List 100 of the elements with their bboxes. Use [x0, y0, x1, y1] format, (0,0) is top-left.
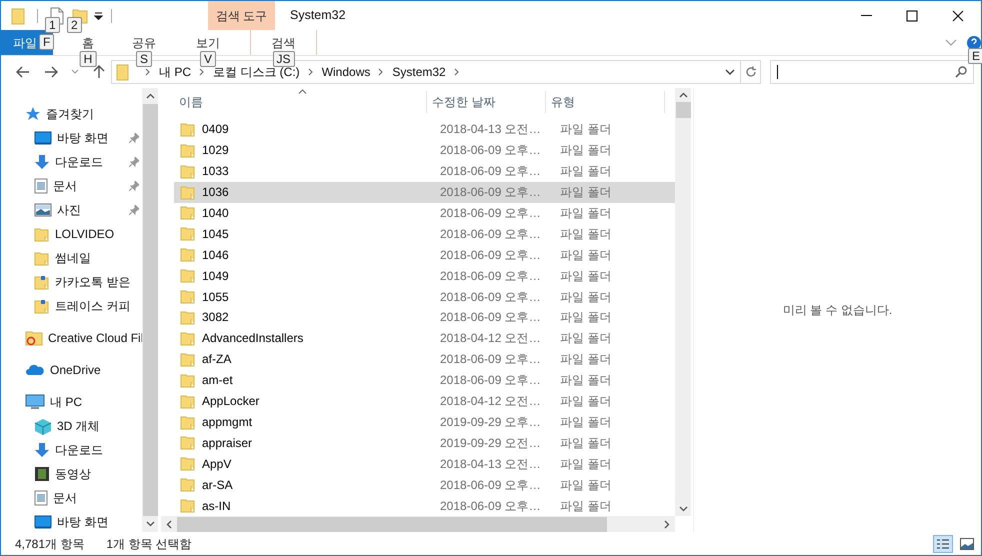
folder-icon [11, 6, 25, 24]
nav-item[interactable]: 다운로드 [1, 150, 142, 174]
type-cell-text: 파일 폴더 [559, 330, 612, 348]
file-row[interactable]: AppLocker 2018-04-12 오전… 파일 폴더 [174, 390, 675, 412]
file-row[interactable]: AdvancedInstallers 2018-04-12 오전… 파일 폴더 [174, 328, 675, 349]
date-cell-text: 2018-06-09 오후… [439, 288, 542, 306]
breadcrumb[interactable]: System32 [392, 63, 446, 81]
star-icon [25, 106, 41, 122]
file-name: AppLocker [202, 393, 260, 410]
item-count: 4,781개 항목 [15, 536, 84, 552]
file-row[interactable]: 1049 2018-06-09 오후… 파일 폴더 [174, 265, 675, 286]
column-header[interactable]: 이름 [174, 90, 427, 113]
file-row[interactable]: as-IN 2018-06-09 오후… 파일 폴더 [174, 495, 675, 516]
scrollbar-thumb[interactable] [676, 102, 690, 118]
scrollbar-thumb[interactable] [177, 516, 607, 532]
nav-item[interactable]: 사진 [1, 198, 142, 222]
date-cell-text: 2019-09-29 오전… [439, 434, 542, 452]
column-header[interactable]: 유형 [546, 90, 666, 113]
nav-item[interactable]: 문서 [1, 486, 142, 510]
nav-item[interactable]: 즐겨찾기 [1, 102, 142, 126]
date-cell-text: 2018-06-09 오후… [439, 246, 542, 264]
type-cell-text: 파일 폴더 [559, 226, 612, 243]
date-cell-text: 2018-06-09 오후… [439, 309, 542, 326]
monitor-icon [34, 515, 52, 529]
dropdown-icon[interactable] [94, 12, 103, 20]
file-name: AdvancedInstallers [202, 330, 304, 348]
file-row[interactable]: AppV 2018-04-13 오전… 파일 폴더 [174, 453, 675, 474]
keytip: E [968, 48, 982, 64]
document-icon [34, 178, 48, 194]
nav-item[interactable]: 문서 [1, 174, 142, 198]
folder-icon [180, 414, 196, 430]
file-row[interactable]: 1029 2018-06-09 오후… 파일 폴더 [174, 140, 675, 161]
details-view-button[interactable] [933, 534, 953, 552]
file-name: af-ZA [202, 351, 232, 368]
file-row[interactable]: 1036 2018-06-09 오후… 파일 폴더 [174, 182, 675, 202]
file-name: 1036 [202, 184, 229, 202]
breadcrumb[interactable]: 내 PC [159, 63, 192, 81]
date-cell-text: 2018-04-12 오전… [439, 393, 542, 410]
folder-icon [34, 226, 50, 242]
keytip: F [39, 34, 54, 50]
file-row[interactable]: appmgmt 2019-09-29 오후… 파일 폴더 [174, 412, 675, 432]
scrollbar[interactable] [161, 516, 675, 532]
type-cell-text: 파일 폴더 [559, 268, 612, 285]
folder-icon [180, 498, 196, 514]
selection-count: 1개 항목 선택함 [106, 536, 192, 552]
keytip: JS [272, 51, 294, 67]
type-cell-text: 파일 폴더 [559, 246, 612, 264]
date-cell-text: 2018-06-09 오후… [439, 372, 542, 390]
file-row[interactable]: appraiser 2019-09-29 오전… 파일 폴더 [174, 432, 675, 454]
keytip: H [80, 51, 96, 67]
nav-item[interactable]: 바탕 화면 [1, 510, 142, 532]
file-row[interactable]: 0409 2018-04-13 오전… 파일 폴더 [174, 118, 675, 140]
file-row[interactable]: 1040 2018-06-09 오후… 파일 폴더 [174, 202, 675, 224]
file-row[interactable]: af-ZA 2018-06-09 오후… 파일 폴더 [174, 348, 675, 370]
file-row[interactable]: 3082 2018-06-09 오후… 파일 폴더 [174, 307, 675, 328]
file-row[interactable]: 1033 2018-06-09 오후… 파일 폴더 [174, 160, 675, 182]
nav-item[interactable]: OneDrive [1, 358, 142, 382]
file-row[interactable]: ar-SA 2018-06-09 오후… 파일 폴더 [174, 474, 675, 496]
file-row[interactable]: am-et 2018-06-09 오후… 파일 폴더 [174, 370, 675, 391]
document-icon [34, 490, 48, 506]
file-name: 1029 [202, 142, 229, 160]
type-cell-text: 파일 폴더 [559, 204, 612, 222]
date-cell-text: 2018-04-12 오전… [439, 330, 542, 348]
nav-item[interactable]: 썸네일 [1, 246, 142, 270]
date-cell-text: 2018-06-09 오후… [439, 351, 542, 368]
folder-icon [180, 205, 196, 220]
type-cell-text: 파일 폴더 [559, 372, 612, 390]
file-name: 1049 [202, 268, 229, 285]
preview-message: 미리 볼 수 없습니다. [782, 302, 892, 319]
dropdown-icon[interactable] [725, 68, 735, 76]
nav-item[interactable]: 다운로드 [1, 438, 142, 462]
date-cell-text: 2018-04-13 오전… [439, 456, 542, 473]
file-row[interactable]: 1055 2018-06-09 오후… 파일 폴더 [174, 286, 675, 308]
search-field[interactable] [770, 60, 974, 84]
list-icon [936, 538, 950, 550]
nav-item[interactable]: 카카오톡 받은 [1, 270, 142, 294]
nav-item[interactable]: 3D 개체 [1, 414, 142, 438]
date-cell-text: 2018-06-09 오후… [439, 226, 542, 243]
scroll-up-icon [678, 92, 688, 98]
chevron-icon [454, 68, 460, 76]
nav-item[interactable]: LOLVIDEO [1, 222, 142, 246]
file-row[interactable]: 1046 2018-06-09 오후… 파일 폴더 [174, 244, 675, 266]
nav-item[interactable]: 바탕 화면 [1, 126, 142, 150]
folder-icon [180, 164, 196, 179]
nav-item[interactable]: 내 PC [1, 390, 142, 414]
expand-ribbon-icon[interactable] [945, 38, 957, 46]
breadcrumb[interactable]: Windows [322, 63, 370, 81]
context-tab-label: 검색 도구 [208, 1, 275, 30]
folder-icon [180, 268, 196, 284]
file-tab[interactable]: 파일 F [1, 30, 53, 55]
scrollbar[interactable] [675, 88, 691, 516]
column-header[interactable]: 수정한 날짜 [426, 90, 546, 113]
pin-icon [129, 157, 139, 167]
nav-item[interactable]: 트레이스 커피 [1, 294, 142, 318]
down-arrow-icon [34, 154, 50, 170]
type-cell-text: 파일 폴더 [559, 121, 612, 138]
folder-icon [180, 226, 196, 242]
nav-item[interactable]: 동영상 [1, 462, 142, 486]
search-icon [955, 66, 967, 78]
file-row[interactable]: 1045 2018-06-09 오후… 파일 폴더 [174, 223, 675, 244]
